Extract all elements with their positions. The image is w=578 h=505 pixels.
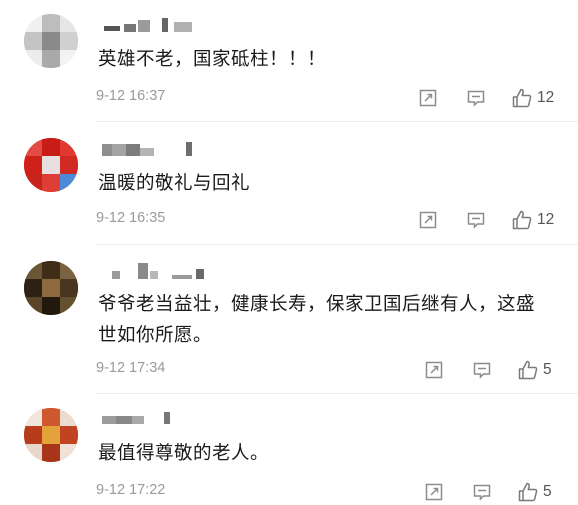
comment-item: 英雄不老，国家砥柱！！！ 9-12 16:37 12 — [0, 0, 578, 120]
reply-button[interactable] — [466, 86, 486, 110]
comment-item: 爷爷老当益壮，健康长寿，保家卫国后继有人，这盛世如你所愿。 9-12 17:34… — [0, 245, 578, 393]
comment-icon — [467, 90, 485, 107]
share-button[interactable] — [424, 358, 444, 382]
thumbs-up-icon — [518, 482, 538, 502]
avatar[interactable] — [24, 14, 78, 68]
share-icon — [419, 211, 437, 229]
share-icon — [419, 89, 437, 107]
comment-time: 9-12 16:37 — [96, 88, 166, 104]
thumbs-up-icon — [518, 360, 538, 380]
like-button[interactable]: 12 — [511, 208, 554, 232]
comment-icon — [473, 484, 491, 501]
avatar[interactable] — [24, 408, 78, 462]
comment-time: 9-12 17:22 — [96, 482, 166, 498]
like-count: 12 — [537, 211, 555, 228]
share-icon — [425, 483, 443, 501]
avatar[interactable] — [24, 138, 78, 192]
username-redacted[interactable] — [98, 410, 208, 430]
comment-time: 9-12 16:35 — [96, 210, 166, 226]
comment-meta: 9-12 16:35 12 — [96, 208, 566, 232]
comment-meta: 9-12 16:37 12 — [96, 86, 566, 110]
reply-button[interactable] — [472, 480, 492, 504]
like-button[interactable]: 5 — [517, 358, 552, 382]
username-redacted[interactable] — [98, 261, 208, 281]
comment-text: 温暖的敬礼与回礼 — [98, 173, 251, 194]
username-redacted[interactable] — [98, 140, 208, 160]
share-button[interactable] — [418, 208, 438, 232]
comment-icon — [467, 212, 485, 229]
share-button[interactable] — [418, 86, 438, 110]
comment-meta: 9-12 17:34 5 — [96, 358, 566, 382]
comment-meta: 9-12 17:22 5 — [96, 480, 566, 504]
share-icon — [425, 361, 443, 379]
comment-icon — [473, 362, 491, 379]
comment-item: 温暖的敬礼与回礼 9-12 16:35 12 — [0, 122, 578, 244]
like-count: 5 — [543, 483, 552, 500]
avatar[interactable] — [24, 261, 78, 315]
username-redacted[interactable] — [98, 16, 208, 36]
like-count: 5 — [543, 361, 552, 378]
thumbs-up-icon — [512, 210, 532, 230]
comment-item: 最值得尊敬的老人。 9-12 17:22 5 — [0, 394, 578, 505]
comment-text: 爷爷老当益壮，健康长寿，保家卫国后继有人，这盛世如你所愿。 — [98, 294, 536, 346]
comment-text: 英雄不老，国家砥柱！！！ — [98, 49, 327, 70]
like-button[interactable]: 12 — [511, 86, 554, 110]
like-count: 12 — [537, 89, 555, 106]
reply-button[interactable] — [472, 358, 492, 382]
comment-text: 最值得尊敬的老人。 — [98, 443, 270, 464]
reply-button[interactable] — [466, 208, 486, 232]
comment-time: 9-12 17:34 — [96, 360, 166, 376]
share-button[interactable] — [424, 480, 444, 504]
thumbs-up-icon — [512, 88, 532, 108]
like-button[interactable]: 5 — [517, 480, 552, 504]
